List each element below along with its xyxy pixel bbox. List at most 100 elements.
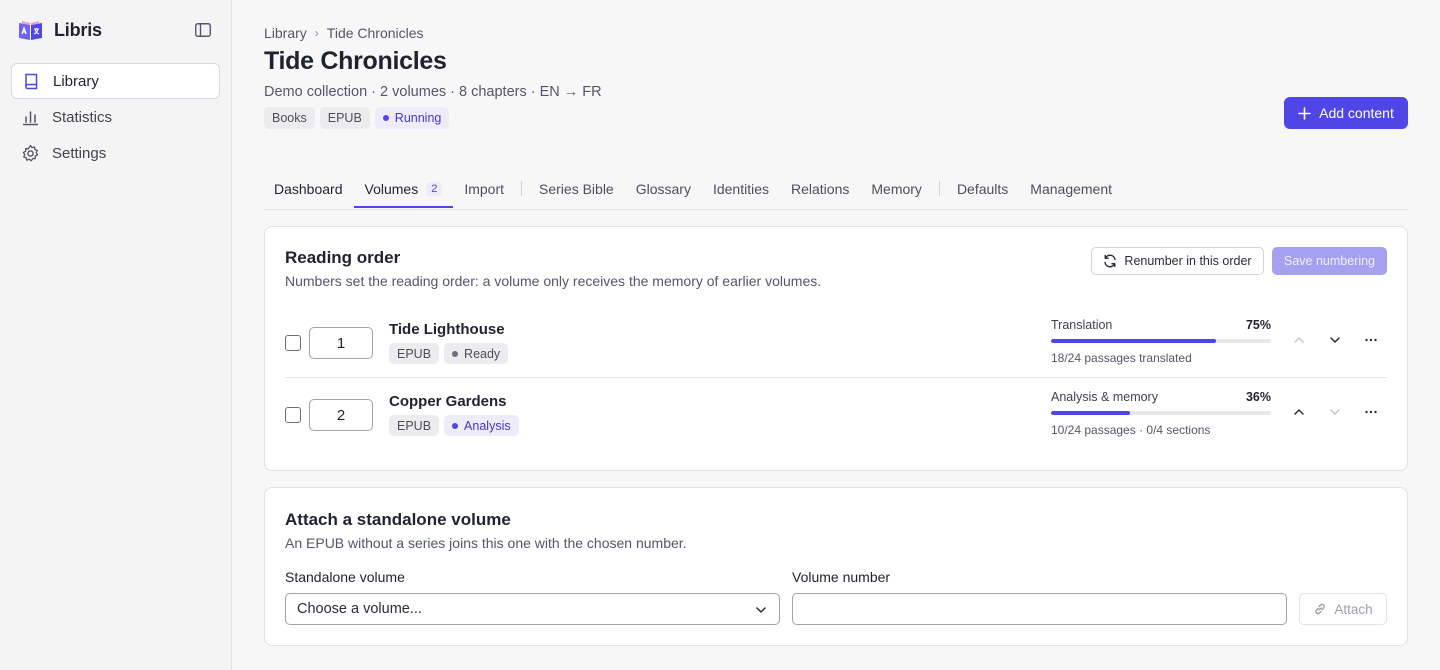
tab-identities[interactable]: Identities xyxy=(702,170,780,207)
progress-bar-fill xyxy=(1051,339,1216,343)
more-options-button[interactable] xyxy=(1361,330,1381,350)
progress-detail: 18/24 passages translated xyxy=(1051,351,1192,365)
chevron-down-icon xyxy=(1330,337,1340,343)
chevron-up-icon xyxy=(1294,409,1304,415)
progress-bar-fill xyxy=(1051,411,1131,415)
sidebar-item-label: Statistics xyxy=(52,108,113,126)
status-badge: Analysis xyxy=(444,415,519,436)
sidebar-nav: Library Statistics Settings xyxy=(11,63,220,171)
breadcrumb-library-link[interactable]: Library xyxy=(264,25,307,41)
attach-description: An EPUB without a series joins this one … xyxy=(285,535,687,551)
chevron-down-icon xyxy=(756,607,766,613)
status-label: Ready xyxy=(464,346,501,361)
attach-button[interactable]: Attach xyxy=(1299,593,1387,625)
progress-label: Translation xyxy=(1051,318,1113,332)
app-name: Libris xyxy=(54,19,102,40)
tab-dashboard[interactable]: Dashboard xyxy=(264,170,354,207)
sidebar-item-label: Library xyxy=(53,72,99,90)
chevron-up-icon xyxy=(1294,337,1304,343)
page-title: Tide Chronicles xyxy=(264,47,447,75)
tab-relations[interactable]: Relations xyxy=(780,170,860,207)
sidebar-item-statistics[interactable]: Statistics xyxy=(11,99,220,135)
refresh-icon xyxy=(1104,254,1117,268)
progress-detail: 10/24 passages · 0/4 sections xyxy=(1051,423,1211,437)
plus-icon xyxy=(1298,106,1311,120)
sidebar-toggle-button[interactable] xyxy=(193,21,213,39)
tab-memory[interactable]: Memory xyxy=(860,170,933,207)
move-up-button[interactable] xyxy=(1289,402,1309,422)
volume-number-field[interactable] xyxy=(792,593,1287,625)
volume-progress: Analysis & memory 36% 10/24 passages · 0… xyxy=(1051,390,1271,437)
tab-import[interactable]: Import xyxy=(453,170,515,207)
sidebar-toggle-icon xyxy=(195,23,211,37)
sidebar-item-settings[interactable]: Settings xyxy=(11,135,220,171)
status-dot-icon xyxy=(452,350,459,357)
tab-series-bible[interactable]: Series Bible xyxy=(528,170,625,207)
status-badge: Ready xyxy=(444,343,509,364)
add-content-label: Add content xyxy=(1319,105,1394,121)
tab-glossary[interactable]: Glossary xyxy=(625,170,702,207)
page-subtitle: Demo collection · 2 volumes · 8 chapters… xyxy=(264,84,602,100)
tab-count-badge: 2 xyxy=(426,181,443,196)
volume-title[interactable]: Tide Lighthouse xyxy=(389,321,505,338)
volume-checkbox[interactable] xyxy=(285,407,301,423)
volume-title[interactable]: Copper Gardens xyxy=(389,393,507,410)
progress-bar xyxy=(1051,339,1271,343)
progress-label: Analysis & memory xyxy=(1051,390,1158,404)
reading-order-description: Numbers set the reading order: a volume … xyxy=(285,273,822,289)
brand[interactable]: Libris xyxy=(18,18,102,42)
row-actions xyxy=(1289,330,1381,350)
more-options-button[interactable] xyxy=(1361,402,1381,422)
status-label: Running xyxy=(394,111,442,125)
save-numbering-button[interactable]: Save numbering xyxy=(1272,247,1387,275)
breadcrumb: Library › Tide Chronicles xyxy=(264,25,424,41)
chevron-down-icon xyxy=(1330,409,1340,415)
standalone-volume-select[interactable]: Choose a volume... xyxy=(285,593,780,625)
tab-defaults[interactable]: Defaults xyxy=(946,170,1019,207)
tab-volumes[interactable]: Volumes 2 xyxy=(353,171,454,208)
tab-management[interactable]: Management xyxy=(1019,170,1123,207)
add-content-button[interactable]: Add content xyxy=(1284,97,1408,129)
renumber-button[interactable]: Renumber in this order xyxy=(1091,247,1264,275)
tab-divider xyxy=(938,181,940,196)
attach-volume-card: Attach a standalone volume An EPUB witho… xyxy=(264,487,1408,646)
volume-number-label: Volume number xyxy=(792,569,891,585)
format-badge: EPUB xyxy=(389,415,440,436)
volume-row: Copper Gardens EPUB Analysis Analysis & … xyxy=(285,378,1387,450)
reading-order-title: Reading order xyxy=(285,248,401,267)
attach-title: Attach a standalone volume xyxy=(285,510,511,529)
volume-row: Tide Lighthouse EPUB Ready Translation 7… xyxy=(285,306,1387,378)
renumber-label: Renumber in this order xyxy=(1124,254,1252,268)
volume-number-input[interactable] xyxy=(309,327,373,359)
tab-label: Volumes xyxy=(364,180,419,197)
more-horizontal-icon xyxy=(1365,410,1377,414)
sidebar-item-library[interactable]: Library xyxy=(11,63,220,99)
move-up-button[interactable] xyxy=(1289,330,1309,350)
link-icon xyxy=(1315,603,1326,615)
volume-number-input[interactable] xyxy=(309,399,373,431)
progress-bar xyxy=(1051,411,1271,415)
badge-books: Books xyxy=(264,107,315,129)
progress-percent: 36% xyxy=(1245,390,1271,404)
header-badges: Books EPUB Running xyxy=(264,107,450,129)
volume-badges: EPUB Ready xyxy=(389,343,509,364)
status-label: Analysis xyxy=(464,418,511,433)
badge-epub: EPUB xyxy=(319,107,370,129)
chevron-right-icon: › xyxy=(314,26,319,40)
reading-order-card: Reading order Numbers set the reading or… xyxy=(264,226,1408,471)
move-down-button[interactable] xyxy=(1325,402,1345,422)
select-value: Choose a volume... xyxy=(297,601,422,617)
move-down-button[interactable] xyxy=(1325,330,1345,350)
status-badge: Running xyxy=(374,107,450,129)
status-dot-icon xyxy=(452,422,459,429)
row-actions xyxy=(1289,402,1381,422)
volume-checkbox[interactable] xyxy=(285,335,301,351)
volume-badges: EPUB Analysis xyxy=(389,415,519,436)
breadcrumb-current: Tide Chronicles xyxy=(326,25,424,41)
volume-progress: Translation 75% 18/24 passages translate… xyxy=(1051,318,1271,365)
more-horizontal-icon xyxy=(1365,338,1377,342)
gear-icon xyxy=(22,144,39,161)
attach-label: Attach xyxy=(1334,601,1373,617)
book-icon xyxy=(25,73,38,89)
sidebar-item-label: Settings xyxy=(52,144,107,162)
